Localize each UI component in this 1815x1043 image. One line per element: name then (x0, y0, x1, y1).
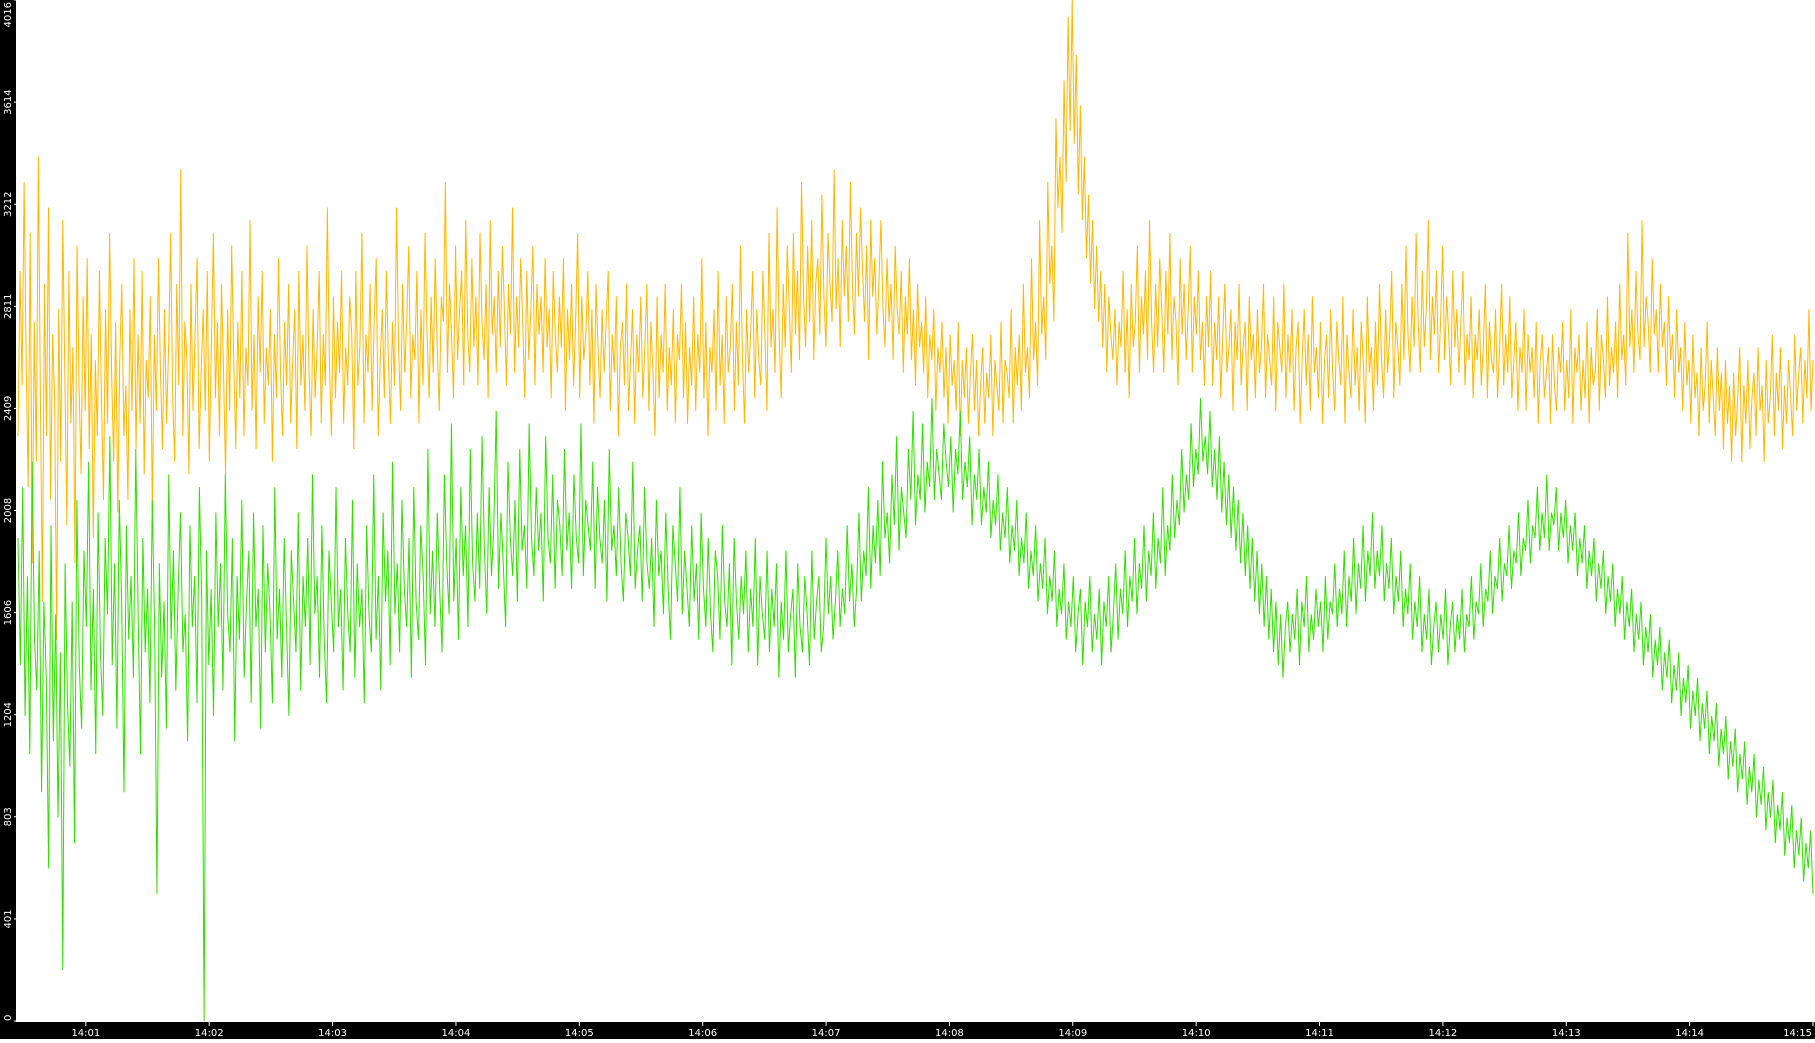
x-tick-label: 14:14 (1675, 1028, 1704, 1039)
x-tick-label: 14:06 (688, 1028, 717, 1039)
x-tick-label: 14:11 (1305, 1028, 1334, 1039)
y-tick-label: 1606 (3, 600, 14, 625)
x-axis-bar (0, 1022, 1815, 1039)
x-tick-label: 14:07 (812, 1028, 841, 1039)
y-tick-label: 0 (3, 1015, 14, 1021)
y-tick-label: 401 (3, 909, 14, 928)
y-tick-label: 4016 (3, 2, 14, 27)
x-tick-label: 14:05 (565, 1028, 594, 1039)
x-tick-label: 14:12 (1428, 1028, 1457, 1039)
chart-container: 0 401 803 1204 1606 2008 2409 2811 3212 3614 4016 … (0, 0, 1815, 1039)
line-chart: 040180312041606200824092811321236144016 … (0, 0, 1815, 1039)
x-tick-label: 14:10 (1182, 1028, 1211, 1039)
x-tick-label: 14:08 (935, 1028, 964, 1039)
y-tick-label: 3212 (3, 191, 14, 216)
y-tick-label: 803 (3, 807, 14, 826)
x-tick-label: 14:01 (71, 1028, 100, 1039)
x-tick-label: 14:13 (1552, 1028, 1581, 1039)
y-tick-label: 2811 (3, 294, 14, 319)
x-tick-label: 14:03 (318, 1028, 347, 1039)
y-tick-label: 3614 (3, 89, 14, 114)
x-tick-label: 14:04 (442, 1028, 471, 1039)
y-tick-label: 2409 (3, 396, 14, 421)
y-tick-label: 2008 (3, 498, 14, 523)
x-tick-label: 14:09 (1058, 1028, 1087, 1039)
x-tick-label: 14:02 (195, 1028, 224, 1039)
x-tick-label: 14:15 (1783, 1028, 1812, 1039)
y-tick-label: 1204 (3, 702, 14, 727)
